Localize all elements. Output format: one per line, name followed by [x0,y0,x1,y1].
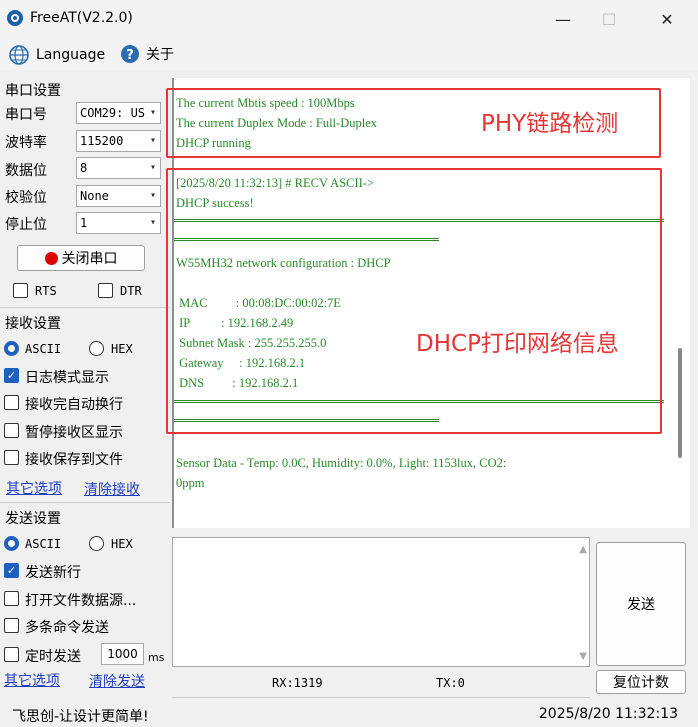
log-line: Sensor Data - Temp: 0.0C, Humidity: 0.0%… [176,456,507,470]
chevron-down-icon: ▾ [149,162,156,173]
open-file-label: 打开文件数据源... [25,593,137,609]
dtr-label: DTR [120,284,142,298]
title-bar: FreeAT(V2.2.0) — ☐ ✕ [0,0,698,40]
log-mode-checkbox[interactable]: ✓ [4,368,19,383]
recv-hex-label: HEX [111,342,133,356]
maximize-button[interactable]: ☐ [586,0,632,38]
close-port-label: 关闭串口 [61,251,118,267]
status-slogan: 飞思创-让设计更简单! [12,709,149,725]
dhcp-annotation-label: DHCP打印网络信息 [416,331,619,357]
chevron-down-icon: ▾ [149,107,156,118]
data-bits-select[interactable]: 8 ▾ [76,157,161,179]
send-newline-label: 发送新行 [25,565,81,581]
serial-settings-title: 串口设置 [5,83,61,99]
divider [0,502,170,503]
status-bar: 飞思创-让设计更简单! 2025/8/20 11:32:13 [0,702,698,727]
minimize-button[interactable]: — [540,0,586,38]
send-other-options-link[interactable]: 其它选项 [4,670,60,690]
close-port-button[interactable]: 关闭串口 [17,245,145,271]
auto-newline-label: 接收完自动换行 [25,397,123,413]
globe-icon [9,45,29,65]
save-file-label: 接收保存到文件 [25,452,123,468]
phy-annotation-label: PHY链路检测 [481,111,619,137]
send-hex-radio[interactable] [89,536,104,551]
baud-select[interactable]: 115200 ▾ [76,130,161,152]
parity-label: 校验位 [5,190,47,206]
rx-counter: RX:1319 [272,676,323,690]
scroll-down-icon[interactable]: ▼ [579,651,587,662]
menu-language-label: Language [36,47,106,63]
send-ascii-radio[interactable] [4,536,19,551]
menu-about[interactable]: ? 关于 [120,44,174,64]
divider [172,697,590,698]
chevron-down-icon: ▾ [149,217,156,228]
chevron-down-icon: ▾ [149,135,156,146]
pause-display-label: 暂停接收区显示 [25,425,123,441]
send-settings-title: 发送设置 [5,511,61,527]
port-label: 串口号 [5,107,47,123]
scroll-up-icon[interactable]: ▲ [579,544,587,555]
multi-command-checkbox[interactable] [4,618,19,633]
interval-input[interactable]: 1000 [101,643,144,665]
log-mode-label: 日志模式显示 [25,370,109,386]
multi-command-label: 多条命令发送 [25,620,109,636]
parity-value: None [80,189,109,203]
stop-bits-value: 1 [80,216,88,230]
status-dot-icon [44,251,58,265]
port-select[interactable]: COM29: US ▾ [76,102,161,124]
rts-checkbox[interactable] [13,283,28,298]
log-line: 0ppm [176,476,205,490]
send-input[interactable]: ▲ ▼ [172,537,590,667]
save-file-checkbox[interactable] [4,450,19,465]
rts-label: RTS [35,284,57,298]
pause-display-checkbox[interactable] [4,423,19,438]
interval-unit: ms [148,651,165,664]
baud-value: 115200 [80,134,124,148]
stop-bits-label: 停止位 [5,217,47,233]
svg-text:?: ? [126,48,134,63]
menu-language[interactable]: Language [8,44,105,66]
recv-ascii-radio[interactable] [4,341,19,356]
menu-bar: Language ? 关于 [0,40,698,70]
send-newline-checkbox[interactable]: ✓ [4,563,19,578]
timed-send-label: 定时发送 [25,649,81,665]
window-title: FreeAT(V2.2.0) [30,10,133,26]
menu-about-label: 关于 [146,47,174,63]
send-hex-label: HEX [111,537,133,551]
baud-label: 波特率 [5,135,47,151]
timed-send-checkbox[interactable] [4,647,19,662]
data-bits-label: 数据位 [5,163,47,179]
close-window-button[interactable]: ✕ [644,0,690,38]
reset-count-button[interactable]: 复位计数 [596,670,686,694]
recv-other-options-link[interactable]: 其它选项 [6,478,62,498]
tx-counter: TX:0 [436,676,465,690]
chevron-down-icon: ▾ [149,190,156,201]
dtr-checkbox[interactable] [98,283,113,298]
clear-send-link[interactable]: 清除发送 [89,671,145,691]
open-file-checkbox[interactable] [4,591,19,606]
clear-receive-link[interactable]: 清除接收 [84,479,140,499]
stop-bits-select[interactable]: 1 ▾ [76,212,161,234]
recv-hex-radio[interactable] [89,341,104,356]
send-button[interactable]: 发送 [596,542,686,666]
dhcp-annotation-box [166,168,662,434]
parity-select[interactable]: None ▾ [76,185,161,207]
send-ascii-label: ASCII [25,537,62,551]
port-value: COM29: US [80,106,146,120]
divider [0,307,170,308]
app-logo-icon [7,10,23,26]
help-icon: ? [121,45,139,63]
auto-newline-checkbox[interactable] [4,395,19,410]
receive-scrollbar[interactable] [678,348,682,458]
status-time: 2025/8/20 11:32:13 [538,706,678,722]
recv-ascii-label: ASCII [25,342,62,356]
data-bits-value: 8 [80,161,88,175]
receive-settings-title: 接收设置 [5,316,61,332]
